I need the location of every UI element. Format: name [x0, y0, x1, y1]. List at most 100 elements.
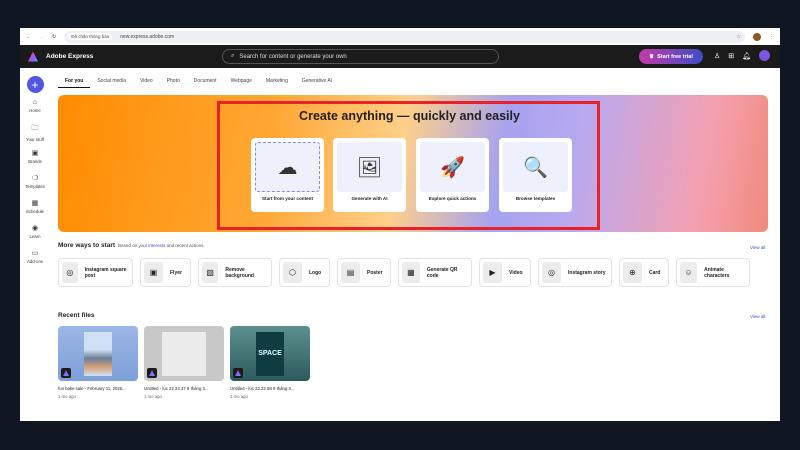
adobe-express-badge-icon	[233, 368, 243, 378]
sidebar-label: Templates	[25, 184, 45, 189]
adobe-express-badge-icon	[61, 368, 71, 378]
sidebar-item-home[interactable]: ⌂ Home	[29, 99, 40, 124]
space-poster: SPACE	[256, 331, 284, 376]
recent-file[interactable]: SPACE Untitled - lúc 22.22.58 8 tháng 3.…	[230, 326, 310, 399]
more-ways-view-all-link[interactable]: View all	[750, 245, 765, 250]
remove-background-icon: ▨	[202, 262, 219, 283]
file-thumbnail: SPACE	[230, 326, 310, 381]
tile-logo[interactable]: ⬡ Logo	[279, 258, 330, 287]
tile-label: Logo	[309, 269, 322, 276]
tile-label: Poster	[367, 269, 383, 276]
profile-avatar[interactable]	[753, 32, 761, 41]
file-thumbnail	[58, 326, 138, 381]
folder-icon: 🗀	[31, 125, 39, 132]
search-icon: ⌕	[231, 53, 235, 59]
interests-link[interactable]: interests	[148, 243, 165, 248]
tile-remove-background[interactable]: ▨ Remove background	[198, 258, 272, 287]
address-bar[interactable]: Đã chặn thông báo new.express.adobe.com …	[64, 30, 745, 43]
browser-window: ← → ↻ Đã chặn thông báo new.express.adob…	[20, 28, 780, 421]
video-icon: ▶	[483, 262, 502, 283]
add-ons-icon: ▭	[31, 250, 39, 257]
category-tabs: For you Social media Video Photo Documen…	[58, 75, 339, 88]
home-icon: ⌂	[32, 99, 38, 106]
sidebar-label: Schedule	[26, 209, 44, 214]
recent-file[interactable]: fun bake sale - February 11, 2025... 1 m…	[58, 326, 138, 399]
file-name: fun bake sale - February 11, 2025...	[58, 386, 126, 391]
sidebar-item-learn[interactable]: ◉ Learn	[30, 224, 41, 249]
file-thumbnail	[144, 326, 224, 381]
tab-video[interactable]: Video	[133, 75, 160, 88]
sidebar: + ⌂ Home 🗀 Your stuff ▣ Brands ❍ Templates ▦…	[20, 68, 50, 421]
brand-icon: ▣	[31, 150, 39, 157]
tile-card[interactable]: ⊕ Card	[619, 258, 669, 287]
tile-label: Instagram square post	[84, 266, 127, 279]
forward-icon[interactable]: →	[39, 34, 44, 40]
tile-label: Flyer	[170, 269, 182, 276]
sidebar-item-schedule[interactable]: ▦ Schedule	[26, 199, 44, 224]
tile-animate-characters[interactable]: ☺ Animate characters	[676, 258, 750, 287]
learn-icon[interactable]: ♙	[714, 52, 720, 60]
templates-icon: ❍	[31, 175, 39, 182]
sidebar-item-templates[interactable]: ❍ Templates	[25, 174, 45, 199]
quick-start-list: ◎ Instagram square post ▣ Flyer ▨ Remove ba…	[58, 258, 750, 287]
tile-generate-qr-code[interactable]: ▦ Generate QR code	[398, 258, 472, 287]
tile-flyer[interactable]: ▣ Flyer	[140, 258, 191, 287]
search-placeholder: Search for content or generate your own	[239, 53, 347, 60]
adobe-express-badge-icon	[147, 368, 157, 378]
start-free-trial-button[interactable]: ♛ Start free trial	[639, 49, 703, 64]
recent-files-list: fun bake sale - February 11, 2025... 1 m…	[58, 326, 310, 399]
tab-marketing[interactable]: Marketing	[259, 75, 295, 88]
tab-for-you[interactable]: For you	[58, 75, 91, 88]
menu-icon[interactable]: ⋮	[769, 34, 774, 40]
bookmark-star-icon[interactable]: ☆	[737, 34, 741, 40]
tile-video[interactable]: ▶ Video	[479, 258, 531, 287]
file-time: 1 mo ago	[58, 394, 76, 399]
tab-generative-ai[interactable]: Generative AI	[295, 75, 339, 88]
sidebar-label: Home	[29, 108, 41, 113]
file-time: 1 mo ago	[144, 394, 162, 399]
highlight-box	[217, 101, 600, 230]
site-info-chip[interactable]: Đã chặn thông báo	[68, 33, 113, 40]
url-text: new.express.adobe.com	[120, 33, 175, 40]
trial-label: Start free trial	[657, 53, 693, 60]
flyer-icon: ▣	[144, 262, 163, 283]
tab-social-media[interactable]: Social media	[90, 75, 133, 88]
reload-icon[interactable]: ↻	[52, 34, 56, 40]
logo-icon: ⬡	[283, 262, 302, 283]
sidebar-item-your-stuff[interactable]: 🗀 Your stuff	[26, 124, 44, 149]
tab-webpage[interactable]: Webpage	[224, 75, 259, 88]
more-ways-heading: More ways to start Based on your interest…	[58, 242, 205, 249]
adobe-express-logo[interactable]	[28, 51, 38, 62]
calendar-icon: ▦	[31, 200, 39, 207]
instagram-icon: ◎	[62, 262, 78, 283]
sidebar-item-add-ons[interactable]: ▭ Add-ons	[27, 249, 43, 274]
subtitle-text: and recent actions.	[166, 243, 205, 248]
tile-instagram-square-post[interactable]: ◎ Instagram square post	[58, 258, 133, 287]
sidebar-label: Brands	[28, 159, 42, 164]
tile-poster[interactable]: ▤ Poster	[337, 258, 391, 287]
recent-files-heading: Recent files	[58, 312, 95, 319]
back-icon[interactable]: ←	[26, 34, 31, 40]
file-name: Untitled - lúc 22.24.37 8 tháng 3...	[144, 386, 209, 391]
poster-icon: ▤	[341, 262, 360, 283]
lightbulb-icon: ◉	[31, 225, 39, 232]
card-add-icon: ⊕	[623, 262, 642, 283]
tile-instagram-story[interactable]: ◎ Instagram story	[538, 258, 612, 287]
recent-files-view-all-link[interactable]: View all	[750, 314, 765, 319]
sidebar-item-brands[interactable]: ▣ Brands	[28, 149, 42, 174]
tile-label: Animate characters	[704, 266, 730, 279]
tab-document[interactable]: Document	[187, 75, 224, 88]
more-ways-title: More ways to start	[58, 242, 116, 249]
animate-icon: ☺	[680, 262, 698, 283]
user-avatar[interactable]	[759, 50, 770, 61]
tile-label: Instagram story	[568, 269, 606, 276]
bell-icon[interactable]: 🔔︎	[742, 52, 751, 60]
tile-label: Video	[509, 269, 523, 276]
app-name: Adobe Express	[46, 53, 94, 60]
crown-icon: ♛	[649, 53, 655, 60]
recent-file[interactable]: Untitled - lúc 22.24.37 8 tháng 3... 1 m…	[144, 326, 224, 399]
apps-grid-icon[interactable]: ⊞	[728, 52, 734, 60]
tab-photo[interactable]: Photo	[160, 75, 187, 88]
search-input[interactable]: ⌕ Search for content or generate your own	[222, 49, 499, 64]
create-button[interactable]: +	[26, 76, 44, 93]
